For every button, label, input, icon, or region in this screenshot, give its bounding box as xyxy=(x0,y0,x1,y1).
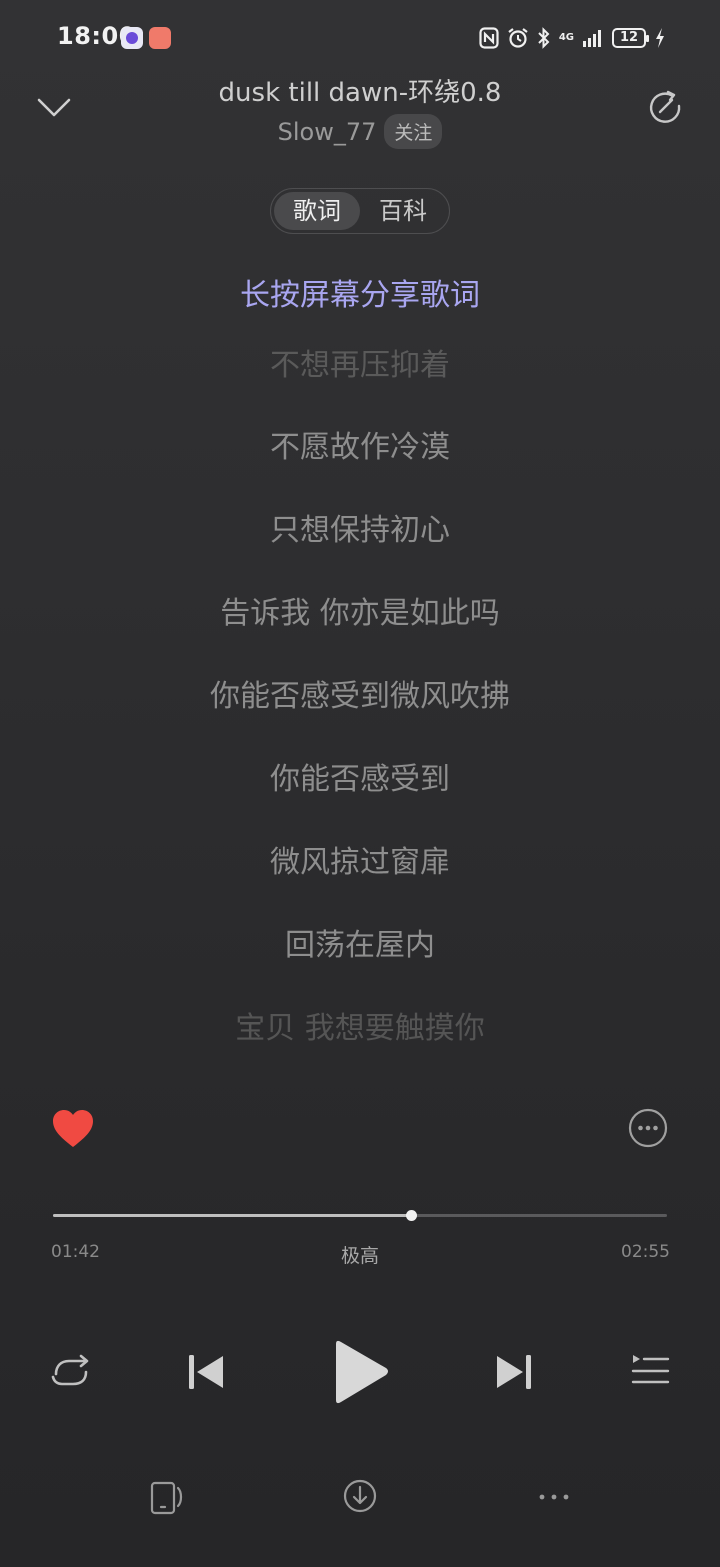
share-lyrics-hint[interactable]: 长按屏幕分享歌词 xyxy=(0,270,720,314)
player-screen: 18:00 4G 12 dusk till dawn-环绕0.8 Slow_77… xyxy=(0,0,720,1567)
share-icon[interactable] xyxy=(646,88,686,128)
lyric-line: 告诉我 你亦是如此吗 xyxy=(220,596,500,631)
battery-indicator: 12 xyxy=(612,28,649,48)
follow-button[interactable]: 关注 xyxy=(384,114,443,149)
artist-row: Slow_77 关注 xyxy=(0,114,720,149)
signal-icon xyxy=(583,30,601,47)
repeat-icon[interactable] xyxy=(48,1350,94,1394)
lyrics-panel[interactable]: 不想再压抑着 不愿故作冷漠 只想保持初心 告诉我 你亦是如此吗 你能否感受到微风… xyxy=(0,320,720,1060)
lyrics-tabs: 歌词 百科 xyxy=(270,188,450,234)
status-icons: 4G 12 xyxy=(479,24,666,52)
playlist-icon[interactable] xyxy=(630,1352,670,1392)
quality-selector[interactable]: 极高 xyxy=(0,1241,720,1268)
next-icon[interactable] xyxy=(494,1352,534,1392)
tab-wiki[interactable]: 百科 xyxy=(360,192,446,230)
shop-notification-icon xyxy=(149,27,171,49)
lyric-line: 微风掠过窗扉 xyxy=(270,845,450,880)
play-icon[interactable] xyxy=(330,1338,392,1406)
more-dots-icon[interactable] xyxy=(536,1484,572,1510)
app-notification-icon xyxy=(121,27,143,49)
device-icon[interactable] xyxy=(148,1480,186,1516)
heart-icon[interactable] xyxy=(50,1106,96,1152)
more-circle-icon[interactable] xyxy=(626,1106,670,1150)
charging-icon xyxy=(656,28,664,48)
lyric-line: 回荡在屋内 xyxy=(285,928,435,963)
artist-name[interactable]: Slow_77 xyxy=(278,118,377,146)
lyric-line: 你能否感受到 xyxy=(270,762,450,797)
alarm-icon xyxy=(508,28,528,48)
lyric-line: 不愿故作冷漠 xyxy=(270,430,450,465)
lyric-line: 只想保持初心 xyxy=(270,513,450,548)
nfc-icon xyxy=(479,27,499,49)
lyric-line-partial: 不想再压抑着 xyxy=(270,348,450,383)
progress-bar[interactable] xyxy=(53,1210,667,1221)
previous-icon[interactable] xyxy=(186,1352,226,1392)
network-type: 4G xyxy=(558,32,574,43)
status-bar: 18:00 4G 12 xyxy=(0,0,720,76)
total-time: 02:55 xyxy=(621,1242,670,1262)
tab-lyrics[interactable]: 歌词 xyxy=(274,192,360,230)
song-title: dusk till dawn-环绕0.8 xyxy=(218,78,502,108)
bluetooth-icon xyxy=(538,27,550,49)
lyric-line-upcoming: 宝贝 我想要触摸你 xyxy=(235,1011,485,1046)
lyric-line: 你能否感受到微风吹拂 xyxy=(210,679,510,714)
download-icon[interactable] xyxy=(342,1478,378,1514)
progress-thumb[interactable] xyxy=(405,1210,417,1221)
progress-fill xyxy=(53,1214,411,1217)
